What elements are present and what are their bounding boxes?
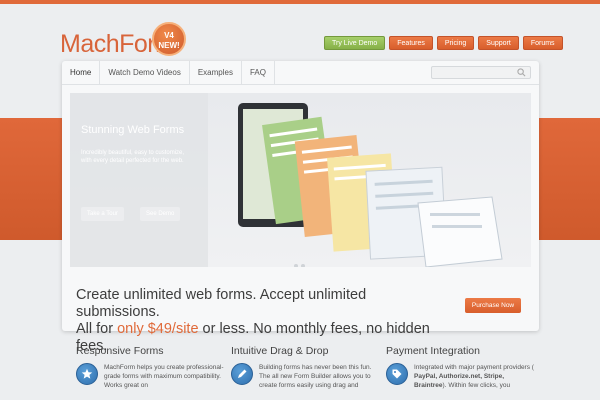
- subnav-home[interactable]: Home: [62, 60, 101, 85]
- headline-line1: Create unlimited web forms. Accept unlim…: [76, 287, 367, 320]
- subnav-watch-demo-videos[interactable]: Watch Demo Videos: [100, 60, 190, 85]
- star-icon: [76, 363, 98, 385]
- feature-text: MachForm helps you create professional-g…: [104, 364, 224, 389]
- main-container: Home Watch Demo Videos Examples FAQ Stun…: [62, 60, 539, 354]
- hero-slider: Stunning Web Forms Incredibly beautiful,…: [70, 93, 531, 267]
- slider-dot[interactable]: [301, 264, 305, 267]
- search-input[interactable]: [432, 73, 516, 84]
- headline-prefix: All for: [76, 321, 118, 337]
- try-live-demo-button[interactable]: Try Live Demo: [324, 36, 386, 50]
- price-highlight: only $49/site: [117, 321, 199, 337]
- subnav-examples[interactable]: Examples: [190, 60, 242, 85]
- payment-text-prefix: Integrated with major payment providers …: [414, 364, 534, 371]
- feature-payment-integration: Payment Integration Integrated with majo…: [386, 345, 536, 390]
- payment-text-suffix: ). Within few clicks, you: [442, 382, 511, 389]
- slider-pagination: [294, 264, 305, 267]
- slider-dot[interactable]: [294, 264, 298, 267]
- feature-text: Building forms has never been this fun. …: [259, 364, 372, 389]
- new-version-badge: V4 NEW!: [152, 22, 186, 56]
- slider-text: Incredibly beautiful, easy to customize,…: [81, 150, 185, 164]
- feature-text: Integrated with major payment providers …: [414, 363, 536, 390]
- feature-responsive-forms: Responsive Forms MachForm helps you crea…: [76, 345, 226, 390]
- sub-nav: Home Watch Demo Videos Examples FAQ: [62, 60, 539, 85]
- pencil-icon: [231, 363, 253, 385]
- search-icon[interactable]: [517, 68, 526, 77]
- support-button[interactable]: Support: [478, 36, 519, 50]
- slider-title: Stunning Web Forms: [81, 124, 185, 136]
- search-box: [431, 66, 531, 84]
- forums-button[interactable]: Forums: [522, 36, 563, 50]
- badge-new: NEW!: [158, 41, 180, 50]
- top-accent-line: [0, 0, 600, 4]
- slider-demo-button[interactable]: See Demo: [140, 207, 181, 221]
- pricing-button[interactable]: Pricing: [436, 36, 475, 50]
- form-screens-illustration: [238, 103, 503, 267]
- purchase-now-button[interactable]: Purchase Now: [465, 298, 521, 313]
- feature-title: Responsive Forms: [76, 345, 164, 357]
- feature-title: Intuitive Drag & Drop: [231, 345, 329, 357]
- price-tag-icon: [386, 363, 408, 385]
- badge-version: V4: [164, 31, 174, 40]
- slider-tour-button[interactable]: Take a Tour: [81, 207, 124, 221]
- slider-caption-panel: Stunning Web Forms Incredibly beautiful,…: [70, 93, 208, 267]
- feature-drag-drop: Intuitive Drag & Drop Building forms has…: [231, 345, 381, 390]
- features-button[interactable]: Features: [389, 36, 433, 50]
- subnav-faq[interactable]: FAQ: [242, 60, 275, 85]
- top-nav: Try Live Demo Features Pricing Support F…: [324, 36, 563, 50]
- feature-title: Payment Integration: [386, 345, 480, 357]
